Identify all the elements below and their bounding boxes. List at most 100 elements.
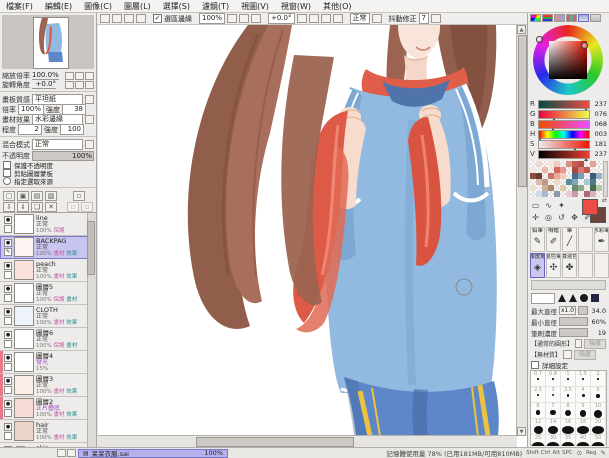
brush-texture-dropdown[interactable] bbox=[563, 350, 572, 359]
menu-item-0[interactable]: 檔案(F) bbox=[0, 1, 39, 12]
nav-zoom-in-button[interactable] bbox=[75, 72, 84, 80]
density-slider[interactable] bbox=[559, 328, 588, 337]
rotate-reset-button[interactable] bbox=[321, 14, 331, 23]
canvas-vertical-scrollbar[interactable]: ▲ ▼ bbox=[516, 25, 527, 436]
canvas-horizontal-scrollbar[interactable] bbox=[98, 435, 517, 447]
navigator-zoom-value[interactable]: 100.0% bbox=[32, 71, 59, 80]
mask-button[interactable]: ▫ bbox=[73, 191, 85, 201]
clear-layer-button[interactable]: ▧ bbox=[45, 191, 57, 201]
layer-edit-indicator[interactable] bbox=[4, 363, 12, 371]
lasso-tool-icon[interactable]: ∿ bbox=[543, 200, 554, 211]
scratchpad-tab[interactable] bbox=[578, 14, 589, 22]
color-wheel-tab[interactable] bbox=[530, 14, 541, 22]
menu-item-7[interactable]: 視窗(W) bbox=[275, 1, 317, 12]
layer-visibility-toggle[interactable]: ● bbox=[4, 262, 12, 270]
doc-tab-next-button[interactable] bbox=[67, 449, 76, 457]
size-preset[interactable]: 2 bbox=[591, 371, 606, 387]
canvas-zoom-value[interactable]: 100% bbox=[199, 13, 225, 24]
layer-edit-indicator[interactable] bbox=[4, 432, 12, 440]
transfer-down-button[interactable]: ⇩ bbox=[3, 202, 15, 212]
layer-item[interactable]: ●hair正常100% 畫材 效果 bbox=[0, 420, 88, 443]
checkbox-icon[interactable] bbox=[3, 161, 11, 169]
size-preset[interactable]: 9 bbox=[576, 403, 591, 419]
size-preset[interactable]: 50 bbox=[591, 435, 606, 446]
slider-track-s[interactable] bbox=[538, 140, 590, 149]
size-preset[interactable]: 2.5 bbox=[531, 387, 546, 403]
checkbox-icon[interactable] bbox=[3, 169, 11, 177]
magic-wand-tool-icon[interactable]: ✦ bbox=[556, 200, 567, 211]
lock-button-2[interactable]: ▫ bbox=[81, 202, 93, 212]
layer-visibility-toggle[interactable]: ● bbox=[4, 285, 12, 293]
brush-slot-2-0[interactable]: 橡皮擦◈ bbox=[530, 253, 545, 278]
layer-item[interactable]: ●圖層2正片疊底100% 畫材 效果 bbox=[0, 397, 88, 420]
scroll-up-arrow[interactable]: ▲ bbox=[517, 25, 526, 34]
size-preset[interactable]: 1.5 bbox=[576, 371, 591, 387]
rgb-slider-tab[interactable] bbox=[542, 14, 553, 22]
size-preset[interactable]: 40 bbox=[576, 435, 591, 446]
layer-item[interactable]: ●✎BACKPAG正常100% 畫材 效果 bbox=[0, 236, 88, 259]
canvas-page[interactable] bbox=[98, 25, 517, 436]
selection-tool-button-2[interactable] bbox=[112, 14, 122, 23]
brush-tip-select[interactable] bbox=[531, 293, 555, 304]
slider-track-b[interactable] bbox=[538, 120, 590, 129]
slider-track-h[interactable] bbox=[538, 130, 590, 139]
blend-mode-select[interactable]: 正常 bbox=[32, 139, 83, 150]
size-preset[interactable]: 10 bbox=[591, 403, 606, 419]
size-preset[interactable]: 3.5 bbox=[561, 387, 576, 403]
canvas-angle-value[interactable]: +0.0° bbox=[268, 13, 295, 24]
menu-item-8[interactable]: 其他(O) bbox=[317, 1, 358, 12]
empty-brush-slot[interactable] bbox=[594, 253, 609, 278]
options-tab[interactable] bbox=[590, 14, 601, 22]
size-preset[interactable]: 14 bbox=[546, 419, 561, 435]
flip-horizontal-button[interactable] bbox=[333, 14, 343, 23]
swatch-scrollbar[interactable] bbox=[603, 161, 608, 197]
nav-rotate-cw-button[interactable] bbox=[75, 81, 84, 89]
nav-rotate-ccw-button[interactable] bbox=[65, 81, 74, 89]
slider-track-g[interactable] bbox=[538, 110, 590, 119]
nav-rotate-reset-button[interactable] bbox=[85, 81, 94, 89]
advanced-settings-checkbox[interactable] bbox=[531, 361, 539, 369]
menu-item-1[interactable]: 編輯(E) bbox=[39, 1, 78, 12]
menu-item-2[interactable]: 圖像(C) bbox=[78, 1, 118, 12]
layer-item[interactable]: ●圖層4發光15% bbox=[0, 351, 88, 374]
max-size-slider[interactable] bbox=[578, 306, 588, 315]
layer-item[interactable]: ●peach正常100% 畫材 效果 bbox=[0, 259, 88, 282]
layer-edit-indicator[interactable] bbox=[4, 340, 12, 348]
navigator[interactable] bbox=[2, 15, 94, 69]
layer-edit-indicator[interactable] bbox=[4, 409, 12, 417]
layer-item[interactable]: ●圖層5正常100% 保護 畫材 bbox=[0, 282, 88, 305]
layer-visibility-toggle[interactable]: ● bbox=[4, 423, 12, 431]
stabilizer-value[interactable]: 7 bbox=[419, 13, 429, 24]
size-preset[interactable]: 5 bbox=[591, 387, 606, 403]
min-size-slider[interactable] bbox=[559, 317, 588, 326]
menu-item-4[interactable]: 選擇(S) bbox=[157, 1, 196, 12]
lock-button-1[interactable]: ▫ bbox=[67, 202, 79, 212]
layer-list-scrollbar[interactable] bbox=[87, 213, 96, 447]
rect-select-tool-icon[interactable]: ▭ bbox=[530, 200, 541, 211]
zoom-out-button[interactable] bbox=[227, 14, 237, 23]
delete-layer-button[interactable]: ✕ bbox=[45, 202, 57, 212]
size-preset[interactable]: 16 bbox=[561, 419, 576, 435]
brush-shape-dropdown[interactable] bbox=[575, 339, 582, 348]
layer-visibility-toggle[interactable]: ● bbox=[4, 400, 12, 408]
empty-brush-slot[interactable] bbox=[578, 253, 593, 278]
tip-shape-round-icon[interactable] bbox=[580, 294, 588, 302]
gear-icon[interactable]: ⊙ bbox=[577, 449, 582, 457]
blend-mode-dropdown[interactable] bbox=[85, 140, 94, 149]
brush-slot-1-4[interactable]: 水彩筆✒ bbox=[594, 227, 609, 252]
swatches-tab[interactable] bbox=[566, 14, 577, 22]
size-preset[interactable]: 3 bbox=[546, 387, 561, 403]
layer-visibility-toggle[interactable]: ● bbox=[4, 377, 12, 385]
brush-slot-2-1[interactable]: 混色筆✣ bbox=[546, 253, 561, 278]
size-preset[interactable]: 8 bbox=[561, 403, 576, 419]
selection-edge-checkbox[interactable]: ✓ bbox=[153, 14, 162, 23]
size-preset[interactable]: 1 bbox=[561, 371, 576, 387]
layer-edit-indicator[interactable] bbox=[4, 386, 12, 394]
material-strength-value[interactable]: 100 bbox=[60, 124, 84, 135]
doc-tab-prev-button[interactable] bbox=[57, 449, 66, 457]
size-preset[interactable]: 25 bbox=[531, 435, 546, 446]
mixer-tab[interactable] bbox=[554, 14, 565, 22]
tip-shape-soft-icon[interactable] bbox=[558, 294, 566, 302]
rotate-tool-icon[interactable]: ↺ bbox=[556, 212, 567, 223]
selection-tool-button-1[interactable] bbox=[100, 14, 110, 23]
